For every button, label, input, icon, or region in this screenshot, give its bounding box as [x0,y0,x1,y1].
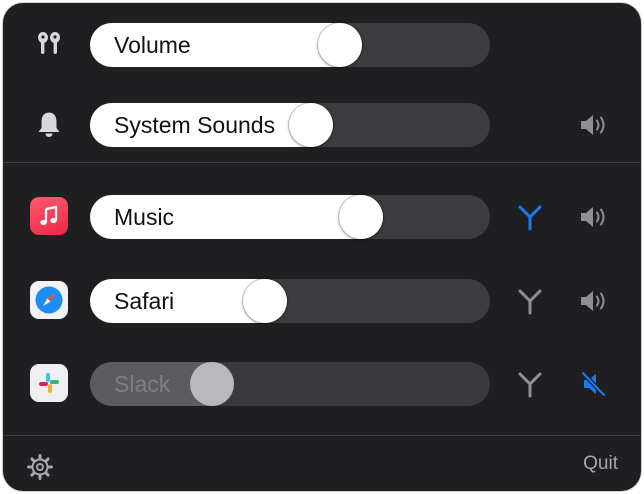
row-music: Music [3,186,641,246]
speaker-icon[interactable] [578,202,612,232]
row-volume: Volume [3,14,641,74]
speaker-muted-icon[interactable] [578,369,612,399]
quit-button[interactable]: Quit [583,453,618,475]
output-route-icon[interactable] [515,369,545,399]
slider-knob[interactable] [289,103,334,147]
safari-app-icon [29,280,69,320]
volume-slider[interactable]: Volume [90,23,490,67]
slider-knob[interactable] [317,23,362,67]
slack-slider[interactable]: Slack [90,362,490,406]
sound-control-panel: Volume System Sounds Music Safari Slack … [3,3,641,491]
output-route-icon[interactable] [515,286,545,316]
earbuds-icon [29,24,69,64]
row-system-sounds: System Sounds [3,94,641,154]
slider-knob[interactable] [189,362,234,406]
music-app-icon [29,196,69,236]
row-slack: Slack [3,353,641,413]
speaker-icon[interactable] [578,286,612,316]
safari-slider[interactable]: Safari [90,279,490,323]
gear-icon[interactable] [27,454,53,480]
music-slider[interactable]: Music [90,195,490,239]
footer-divider [3,435,641,436]
section-divider [3,162,641,163]
output-route-icon[interactable] [515,202,545,232]
row-safari: Safari [3,270,641,330]
slider-knob[interactable] [339,195,384,239]
slider-knob[interactable] [243,279,288,323]
speaker-icon[interactable] [578,110,612,140]
bell-icon [29,104,69,144]
system-sounds-slider[interactable]: System Sounds [90,103,490,147]
slack-app-icon [29,363,69,403]
